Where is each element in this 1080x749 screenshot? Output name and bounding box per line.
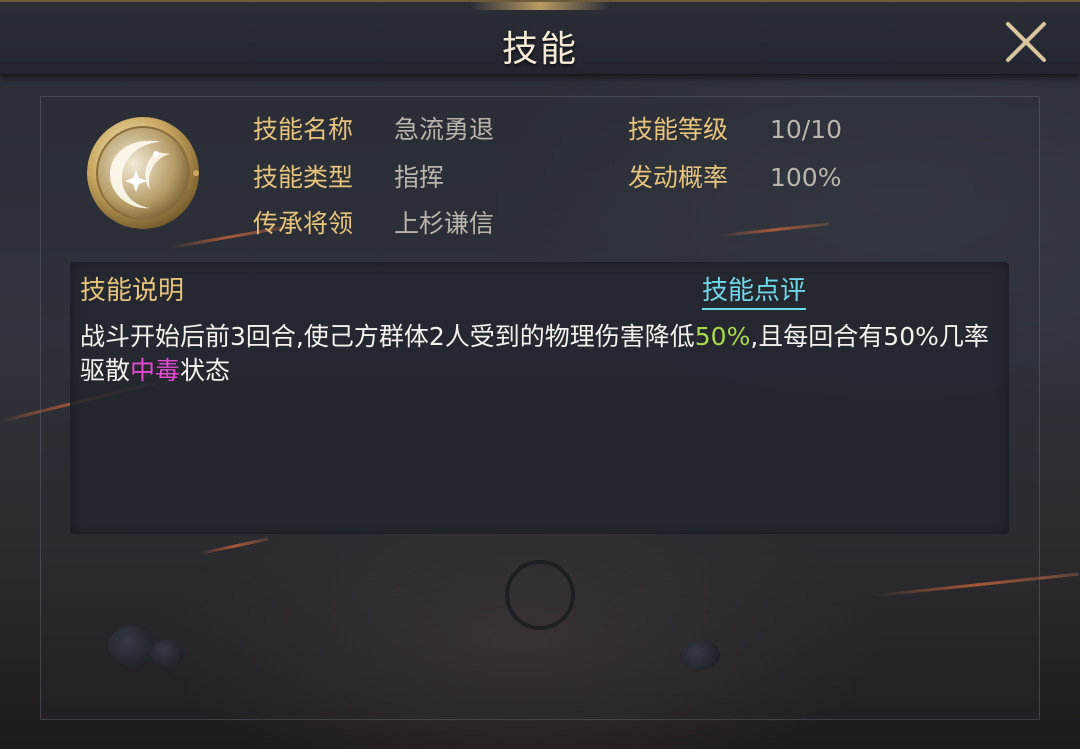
poison-status-highlight: 中毒 bbox=[130, 356, 181, 385]
description-text: 战斗开始后前3回合,使己方群体2人受到的物理伤害降低50%,且每回合有50%几率… bbox=[80, 320, 990, 388]
skill-type-label: 技能类型 bbox=[253, 163, 354, 192]
skill-name-label: 技能名称 bbox=[253, 115, 354, 144]
skill-name-value: 急流勇退 bbox=[394, 115, 495, 144]
skill-level-value: 10/10 bbox=[770, 115, 843, 144]
trigger-rate-value: 100% bbox=[770, 163, 842, 192]
inherit-general-label: 传承将领 bbox=[253, 209, 354, 238]
trigger-rate-label: 发动概率 bbox=[628, 163, 729, 192]
header-bar: 技能 bbox=[0, 0, 1080, 74]
description-heading: 技能说明 bbox=[80, 276, 185, 306]
description-text-part: 战斗开始后前3回合,使己方群体2人受到的物理伤害降低 bbox=[80, 322, 695, 351]
skill-level-label: 技能等级 bbox=[628, 115, 729, 144]
header-ornament bbox=[470, 2, 610, 10]
damage-reduction-highlight: 50% bbox=[694, 322, 751, 351]
dialog-title: 技能 bbox=[501, 29, 578, 70]
skill-review-link[interactable]: 技能点评 bbox=[702, 274, 807, 310]
crescent-sparkle-icon bbox=[87, 117, 199, 229]
skill-icon bbox=[84, 114, 202, 232]
description-box bbox=[70, 262, 1009, 534]
skill-dialog: 技能 技能名称 急流勇退 技能类型 指挥 传承将领 上杉谦信 技能等级 10/1… bbox=[0, 0, 1080, 749]
skill-type-value: 指挥 bbox=[394, 163, 445, 192]
close-button[interactable] bbox=[1002, 20, 1050, 66]
close-icon bbox=[1006, 22, 1046, 62]
description-text-part: 状态 bbox=[180, 356, 231, 385]
inherit-general-value: 上杉谦信 bbox=[394, 209, 495, 238]
